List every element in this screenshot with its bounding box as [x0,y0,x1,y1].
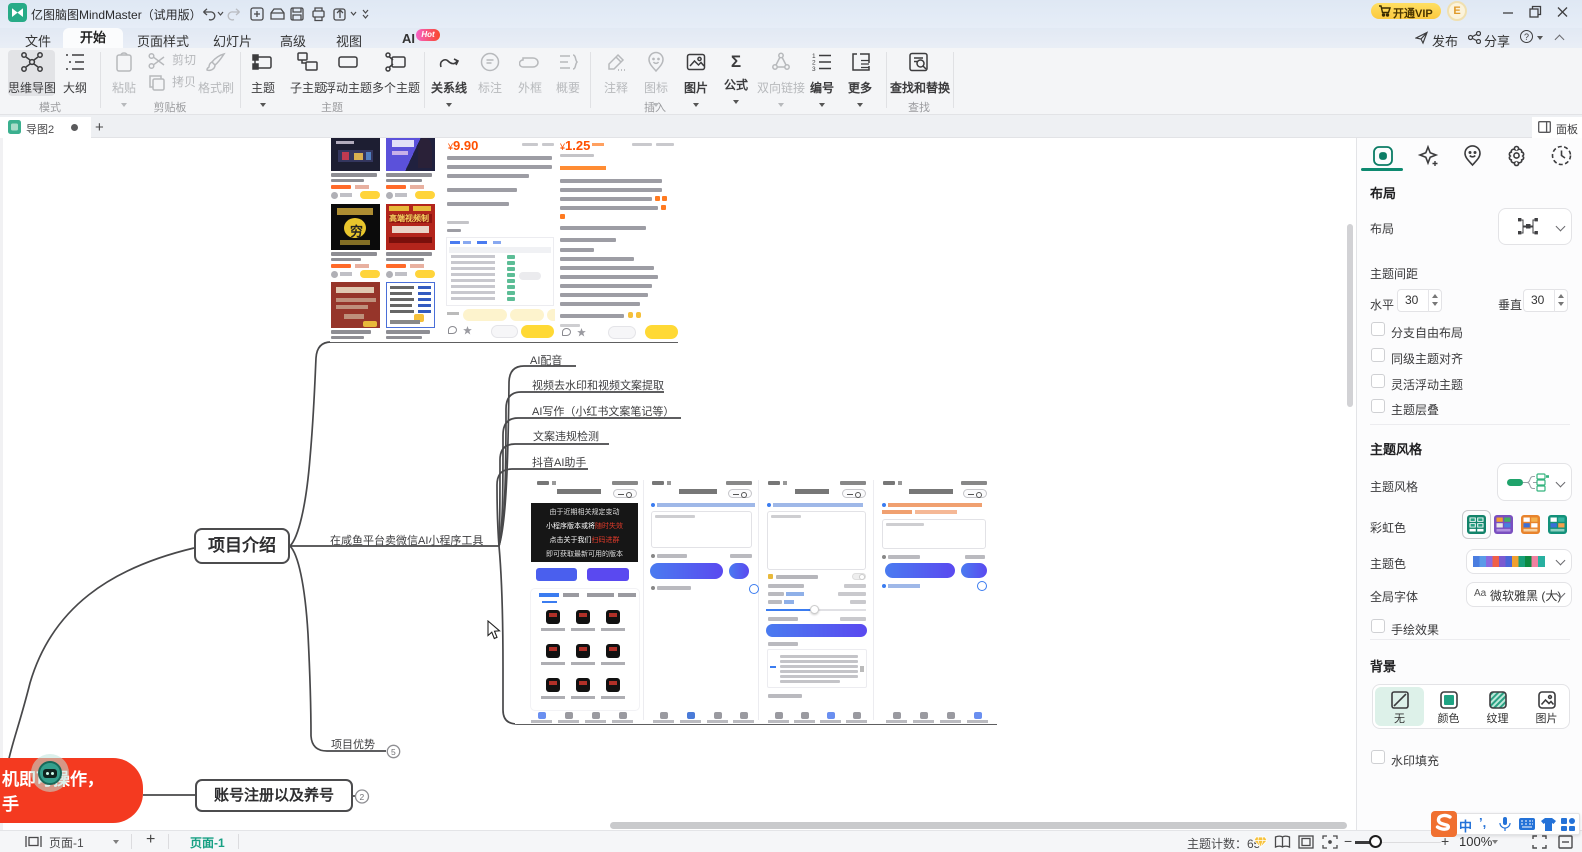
svg-text:3: 3 [812,66,816,73]
svg-text:2: 2 [360,792,365,802]
svg-text:5: 5 [391,747,396,757]
